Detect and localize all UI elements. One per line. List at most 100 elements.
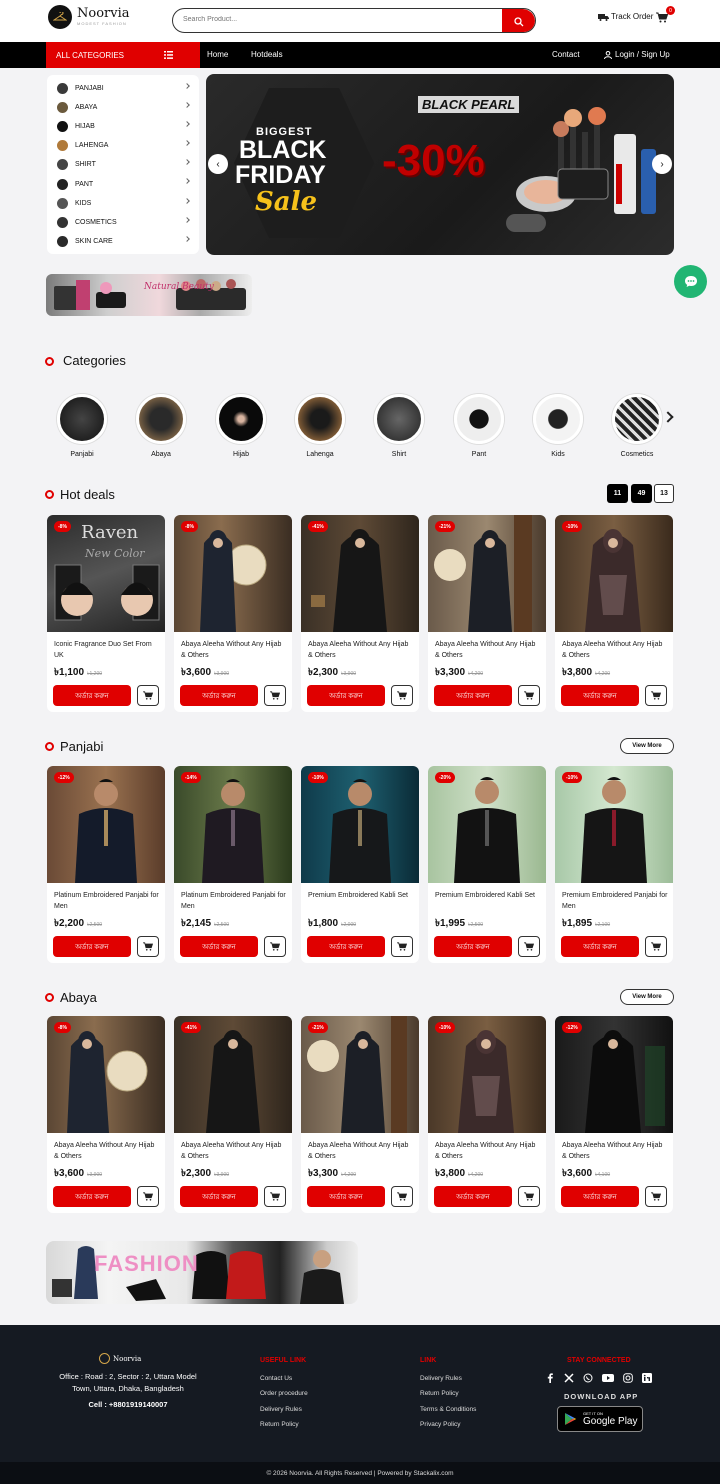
order-button[interactable]: অর্ডার করুন [180,1186,258,1207]
product-card[interactable]: -14% Platinum Embroidered Panjabi for Me… [174,766,292,963]
nav-hotdeals[interactable]: Hotdeals [251,50,283,59]
add-to-cart-button[interactable] [137,936,159,957]
add-to-cart-button[interactable] [518,936,540,957]
order-button[interactable]: অর্ডার করুন [561,1186,639,1207]
add-to-cart-button[interactable] [391,1186,413,1207]
facebook-icon[interactable] [545,1373,555,1383]
sidebar-item-hijab[interactable]: HIJAB [47,117,199,136]
order-button[interactable]: অর্ডার করুন [180,936,258,957]
order-button[interactable]: অর্ডার করুন [561,936,639,957]
sidebar-item-shirt[interactable]: SHIRT [47,155,199,174]
sidebar-item-abaya[interactable]: ABAYA [47,98,199,117]
order-button[interactable]: অর্ডার করুন [561,685,639,706]
product-title[interactable]: Platinum Embroidered Panjabi for Men [54,890,160,912]
product-card[interactable]: -8% Abaya Aleeha Without Any Hijab & Oth… [47,1016,165,1213]
category-lahenga[interactable]: Lahenga [290,394,350,458]
category-pant[interactable]: Pant [449,394,509,458]
order-button[interactable]: অর্ডার করুন [434,1186,512,1207]
footer-link-delivery-rules[interactable]: Delivery Rules [260,1406,302,1413]
search-button[interactable] [502,9,535,32]
product-title[interactable]: Premium Embroidered Kabli Set [308,890,414,901]
footer-link-delivery-rules-2[interactable]: Delivery Rules [420,1375,462,1382]
add-to-cart-button[interactable] [137,1186,159,1207]
login-link[interactable]: Login / Sign Up [604,50,670,59]
footer-link-return-policy[interactable]: Return Policy [260,1421,299,1428]
order-button[interactable]: অর্ডার করুন [180,685,258,706]
sidebar-item-lahenga[interactable]: LAHENGA [47,136,199,155]
footer-link-privacy[interactable]: Privacy Policy [420,1421,460,1428]
brand-logo[interactable]: Noorvia MODEST FASHION [48,5,130,29]
sidebar-item-kids[interactable]: KIDS [47,194,199,213]
sidebar-item-cosmetics[interactable]: COSMETICS [47,213,199,232]
abaya-view-more-button[interactable]: View More [620,989,674,1005]
product-title[interactable]: Abaya Aleeha Without Any Hijab & Others [308,639,414,661]
nav-home[interactable]: Home [207,50,228,59]
product-title[interactable]: Premium Embroidered Kabli Set [435,890,541,901]
category-abaya[interactable]: Abaya [131,394,191,458]
google-play-button[interactable]: GET IT ON Google Play [557,1406,643,1432]
order-button[interactable]: অর্ডার করুন [307,1186,385,1207]
product-title[interactable]: Platinum Embroidered Panjabi for Men [181,890,287,912]
product-title[interactable]: Abaya Aleeha Without Any Hijab & Others [562,639,668,661]
category-panjabi[interactable]: Panjabi [52,394,112,458]
add-to-cart-button[interactable] [391,685,413,706]
product-card[interactable]: -21% Abaya Aleeha Without Any Hijab & Ot… [301,1016,419,1213]
hero-prev-button[interactable]: ‹ [208,154,228,174]
product-card[interactable]: -41% Abaya Aleeha Without Any Hijab & Ot… [174,1016,292,1213]
product-title[interactable]: Premium Embroidered Panjabi for Men [562,890,668,912]
category-cosmetics[interactable]: Cosmetics [607,394,667,458]
product-card[interactable]: -41% Abaya Aleeha Without Any Hijab & Ot… [301,515,419,712]
fashion-promo-banner[interactable]: FASHION [46,1241,358,1304]
sidebar-item-skin-care[interactable]: SKIN CARE [47,232,199,251]
whatsapp-icon[interactable] [583,1373,593,1383]
category-shirt[interactable]: Shirt [369,394,429,458]
product-card[interactable]: -21% Abaya Aleeha Without Any Hijab & Ot… [428,515,546,712]
instagram-icon[interactable] [623,1373,633,1383]
add-to-cart-button[interactable] [518,1186,540,1207]
footer-logo[interactable]: Noorvia [99,1353,141,1364]
product-title[interactable]: Abaya Aleeha Without Any Hijab & Others [435,1140,541,1162]
linkedin-icon[interactable] [642,1373,652,1383]
product-card[interactable]: -12% Platinum Embroidered Panjabi for Me… [47,766,165,963]
search-input[interactable] [183,16,483,23]
product-title[interactable]: Abaya Aleeha Without Any Hijab & Others [181,1140,287,1162]
product-title[interactable]: Abaya Aleeha Without Any Hijab & Others [435,639,541,661]
hero-next-button[interactable]: › [652,154,672,174]
order-button[interactable]: অর্ডার করুন [53,685,131,706]
product-card[interactable]: -8% Abaya Aleeha Without Any Hijab & Oth… [174,515,292,712]
add-to-cart-button[interactable] [645,936,667,957]
order-button[interactable]: অর্ডার করুন [434,936,512,957]
add-to-cart-button[interactable] [137,685,159,706]
footer-link-contact-us[interactable]: Contact Us [260,1375,292,1382]
add-to-cart-button[interactable] [264,936,286,957]
add-to-cart-button[interactable] [391,936,413,957]
chat-button[interactable] [674,265,707,298]
footer-link-terms[interactable]: Terms & Conditions [420,1406,476,1413]
product-card[interactable]: -10% Premium Embroidered Panjabi for Men… [555,766,673,963]
product-title[interactable]: Abaya Aleeha Without Any Hijab & Others [181,639,287,661]
product-title[interactable]: Abaya Aleeha Without Any Hijab & Others [54,1140,160,1162]
order-button[interactable]: অর্ডার করুন [307,936,385,957]
add-to-cart-button[interactable] [645,1186,667,1207]
product-title[interactable]: Abaya Aleeha Without Any Hijab & Others [308,1140,414,1162]
youtube-icon[interactable] [602,1373,614,1383]
all-categories-button[interactable]: ALL CATEGORIES [46,42,200,68]
category-hijab[interactable]: Hijab [211,394,271,458]
product-card[interactable]: -12% Abaya Aleeha Without Any Hijab & Ot… [555,1016,673,1213]
x-twitter-icon[interactable] [564,1373,574,1383]
category-kids[interactable]: Kids [528,394,588,458]
add-to-cart-button[interactable] [264,1186,286,1207]
product-card[interactable]: -10% Premium Embroidered Kabli Set ৳1,80… [301,766,419,963]
add-to-cart-button[interactable] [518,685,540,706]
order-button[interactable]: অর্ডার করুন [53,1186,131,1207]
footer-link-return-policy-2[interactable]: Return Policy [420,1390,459,1397]
product-card[interactable]: -10% Abaya Aleeha Without Any Hijab & Ot… [555,515,673,712]
add-to-cart-button[interactable] [645,685,667,706]
product-card[interactable]: -20% Premium Embroidered Kabli Set ৳1,99… [428,766,546,963]
panjabi-view-more-button[interactable]: View More [620,738,674,754]
product-card[interactable]: -10% Abaya Aleeha Without Any Hijab & Ot… [428,1016,546,1213]
order-button[interactable]: অর্ডার করুন [53,936,131,957]
footer-link-order-procedure[interactable]: Order procedure [260,1390,308,1397]
nav-contact[interactable]: Contact [552,50,580,59]
product-title[interactable]: Iconic Fragrance Duo Set From UK [54,639,160,661]
